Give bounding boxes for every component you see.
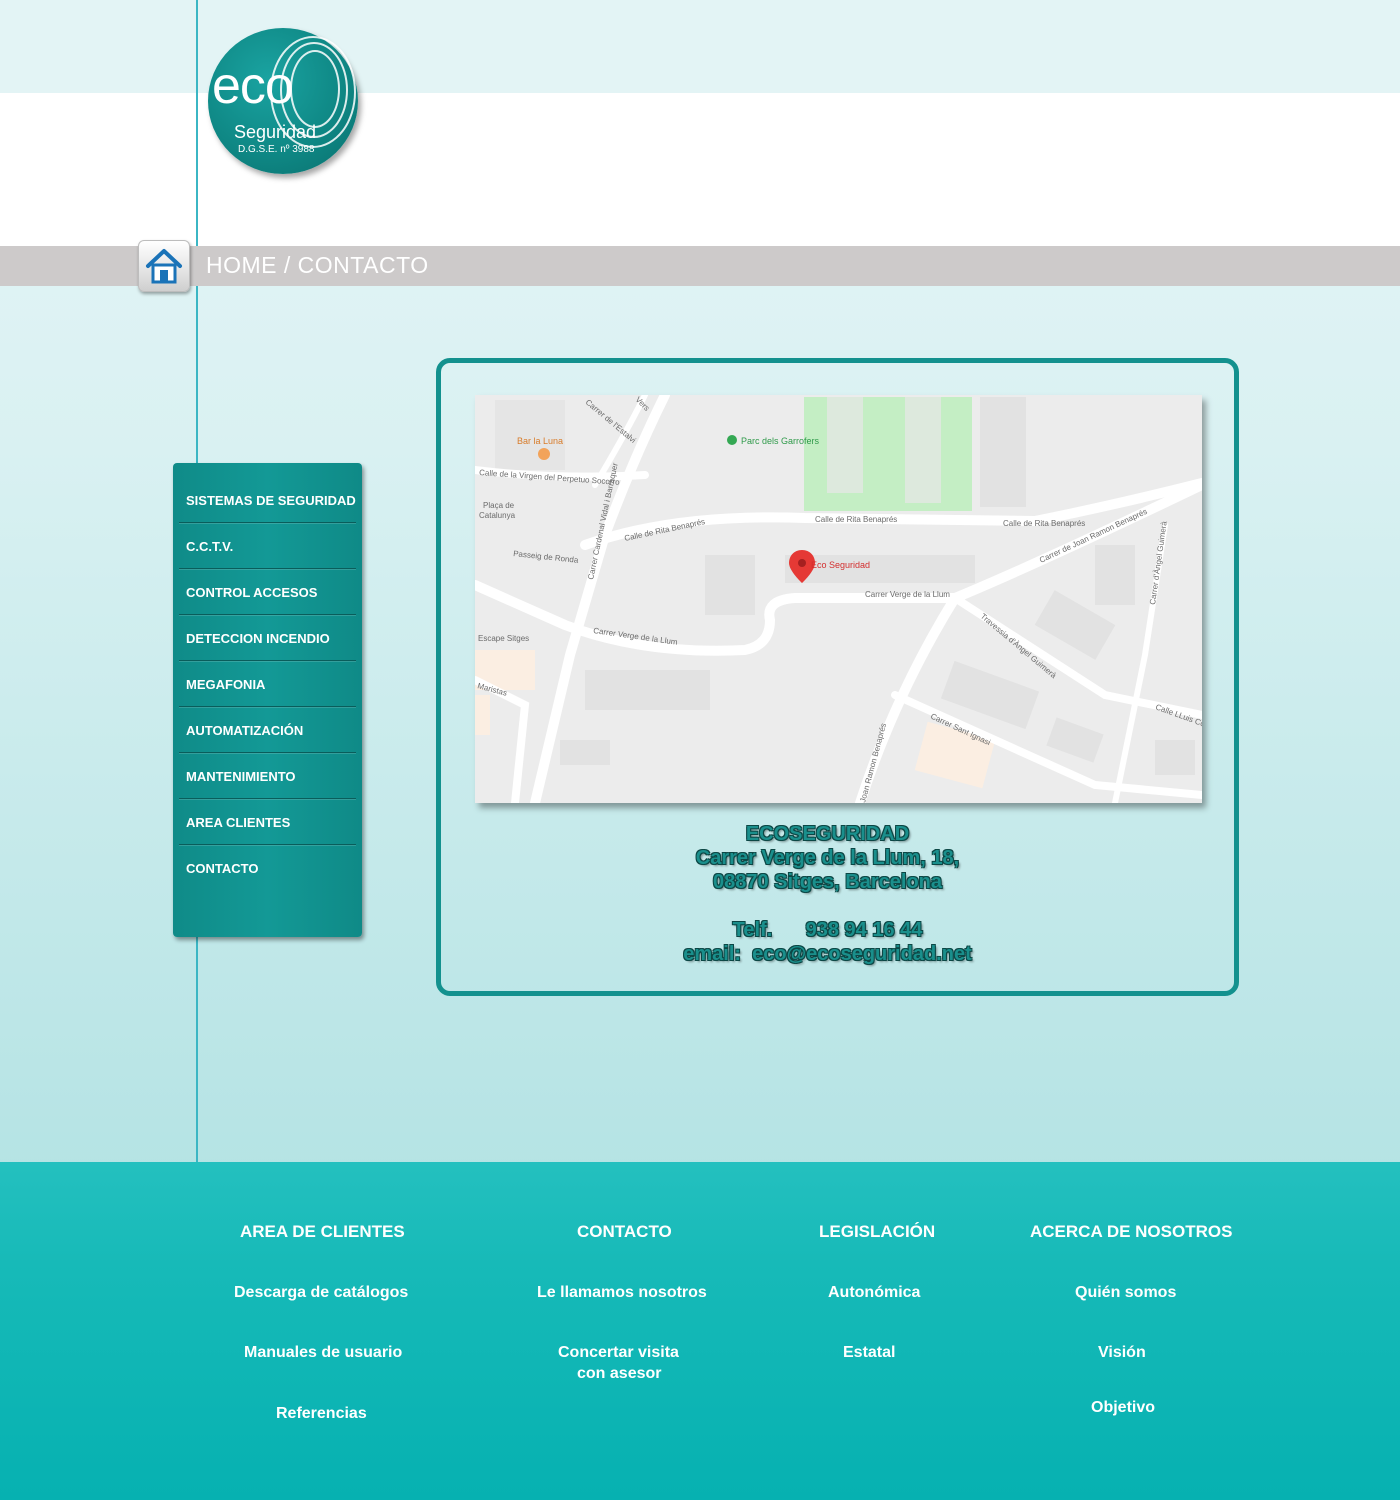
company-name: ECOSEGURIDAD xyxy=(745,823,910,845)
footer-link-descarga[interactable]: Descarga de catálogos xyxy=(234,1284,408,1302)
footer-link-concertar-visita[interactable]: con asesor xyxy=(577,1365,661,1383)
logo-ring xyxy=(290,50,340,128)
breadcrumb: HOME / CONTACTO xyxy=(206,252,429,278)
footer-link-le-llamamos[interactable]: Le llamamos nosotros xyxy=(537,1284,707,1302)
email-link[interactable]: email: eco@ecoseguridad.net xyxy=(475,942,1180,966)
map-label-park: Parc dels Garrofers xyxy=(741,436,820,446)
map-label-placa: Plaça de xyxy=(483,501,515,510)
eco-seguridad-logo[interactable]: eco Seguridad D.G.S.E. nº 3988 xyxy=(208,28,358,174)
footer-link-objetivo[interactable]: Objetivo xyxy=(1091,1399,1155,1417)
home-button[interactable] xyxy=(138,240,190,292)
map-label-street: Calle de Rita Benaprés xyxy=(815,515,897,524)
phone-number[interactable]: Telf. 938 94 16 44 xyxy=(475,918,1180,942)
footer-link-quien-somos[interactable]: Quién somos xyxy=(1075,1284,1176,1302)
contact-info: ECOSEGURIDAD Carrer Verge de la Llum, 18… xyxy=(475,822,1180,966)
sidebar-item-area-clientes[interactable]: AREA CLIENTES xyxy=(179,799,356,845)
address-line-2: 08870 Sitges, Barcelona xyxy=(712,871,942,893)
header-top-band xyxy=(0,0,1400,93)
map-label-marker: Eco Seguridad xyxy=(811,560,870,570)
map-label-street: Carrer Verge de la Llum xyxy=(865,590,950,599)
restaurant-pin-icon xyxy=(538,448,550,460)
site-footer: AREA DE CLIENTES Descarga de catálogos M… xyxy=(0,1162,1400,1500)
sidebar-item-megafonia[interactable]: MEGAFONIA xyxy=(179,661,356,707)
footer-link-manuales[interactable]: Manuales de usuario xyxy=(244,1344,402,1362)
sidebar-item-sistemas-de-seguridad[interactable]: SISTEMAS DE SEGURIDAD xyxy=(179,477,356,523)
logo-wordmark: eco xyxy=(212,57,294,115)
footer-link-concertar-visita[interactable]: Concertar visita xyxy=(558,1344,679,1362)
map-label-poi: Escape Sitges xyxy=(478,634,529,643)
footer-link-autonomica[interactable]: Autonómica xyxy=(828,1284,920,1302)
home-icon xyxy=(146,249,182,284)
address-line-1: Carrer Verge de la Llum, 18, xyxy=(695,847,960,869)
sidebar-menu: SISTEMAS DE SEGURIDAD C.C.T.V. CONTROL A… xyxy=(173,463,362,937)
sidebar-item-control-accesos[interactable]: CONTROL ACCESOS xyxy=(179,569,356,615)
footer-heading[interactable]: ACERCA DE NOSOTROS xyxy=(1030,1222,1232,1242)
map-label-bar: Bar la Luna xyxy=(517,436,563,446)
sidebar-item-cctv[interactable]: C.C.T.V. xyxy=(179,523,356,569)
location-map[interactable]: Bar la Luna Parc dels Garrofers Calle de… xyxy=(475,395,1202,803)
logo-subtitle: Seguridad xyxy=(234,122,317,142)
map-label-street: Calle de Rita Benaprés xyxy=(1003,519,1085,528)
footer-link-vision[interactable]: Visión xyxy=(1098,1344,1146,1362)
footer-link-estatal[interactable]: Estatal xyxy=(843,1344,895,1362)
footer-heading[interactable]: CONTACTO xyxy=(577,1222,672,1242)
sidebar-item-automatizacion[interactable]: AUTOMATIZACIÓN xyxy=(179,707,356,753)
map-label-placa: Catalunya xyxy=(479,511,516,520)
sidebar-item-contacto[interactable]: CONTACTO xyxy=(179,845,356,890)
footer-heading[interactable]: AREA DE CLIENTES xyxy=(240,1222,405,1242)
park-pin-icon xyxy=(727,435,737,445)
sidebar-item-mantenimiento[interactable]: MANTENIMIENTO xyxy=(179,753,356,799)
footer-link-referencias[interactable]: Referencias xyxy=(276,1405,367,1423)
logo-registration: D.G.S.E. nº 3988 xyxy=(238,144,315,155)
footer-heading[interactable]: LEGISLACIÓN xyxy=(819,1222,935,1242)
sidebar-item-deteccion-incendio[interactable]: DETECCION INCENDIO xyxy=(179,615,356,661)
